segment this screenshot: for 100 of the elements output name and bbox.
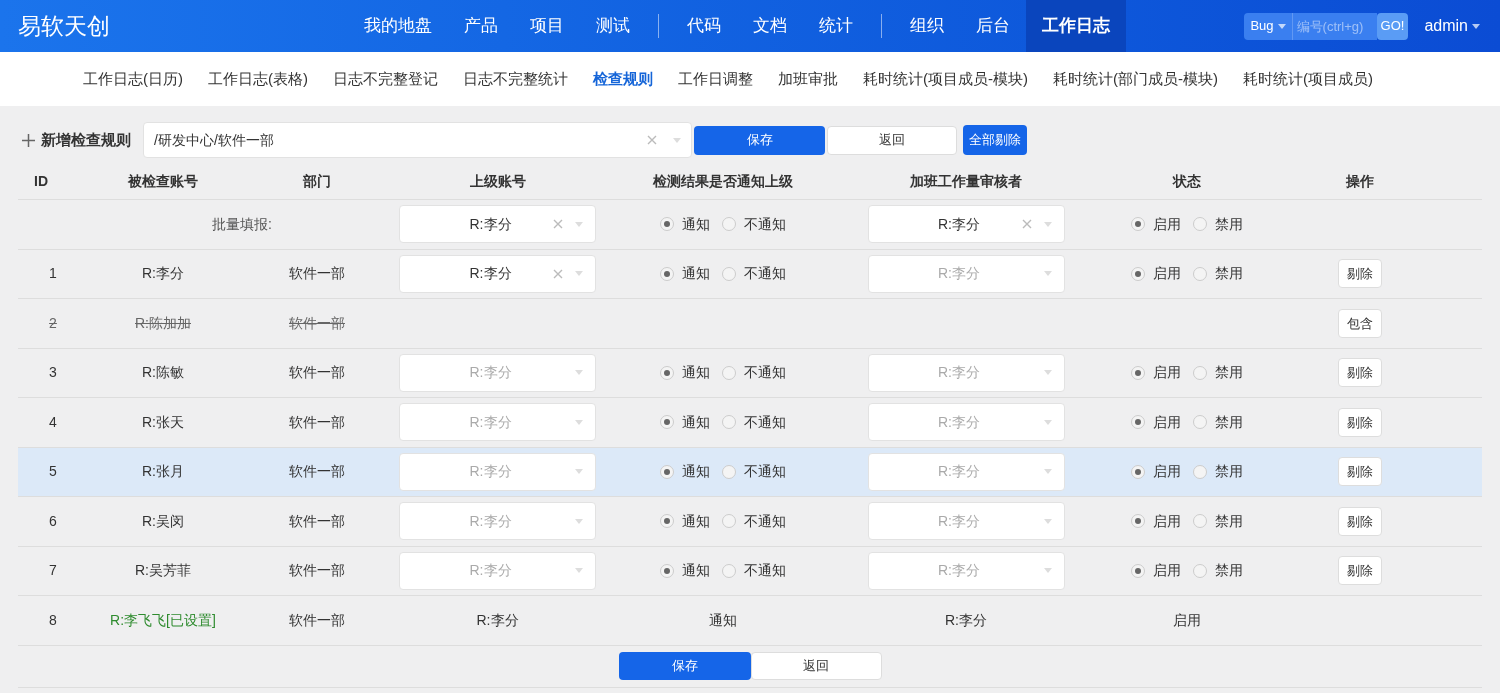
radio-button[interactable]	[722, 514, 736, 529]
radio-button[interactable]	[1192, 464, 1207, 479]
radio-button[interactable]	[660, 563, 674, 578]
row-action-button[interactable]: 剔除	[1338, 457, 1382, 487]
nav-item[interactable]: 我的地盘	[348, 0, 448, 52]
subnav-link[interactable]: 耗时统计(项目成员-模块)	[863, 67, 1028, 91]
radio-button[interactable]	[1192, 514, 1207, 529]
clear-icon[interactable]	[1021, 219, 1032, 230]
select-value: R:李分	[468, 264, 513, 284]
radio-label: 启用	[1152, 412, 1181, 432]
table-cell-text: 软件一部	[288, 462, 346, 482]
caret-icon	[1472, 23, 1480, 29]
nav-item[interactable]: 产品	[448, 0, 514, 52]
radio-button[interactable]	[1130, 464, 1145, 479]
radio-button[interactable]	[1130, 365, 1145, 380]
nav-item[interactable]: 后台	[960, 0, 1026, 52]
nav-item[interactable]: 工作日志	[1026, 0, 1126, 52]
add-rule-button[interactable]: 新增检查规则	[18, 128, 141, 152]
table-cell-text: R:李分	[944, 610, 988, 630]
radio-button[interactable]	[1130, 514, 1145, 529]
radio-button[interactable]	[1192, 266, 1207, 281]
column-header: 状态	[1171, 172, 1202, 191]
caret-icon	[1043, 271, 1052, 277]
radio-button[interactable]	[722, 415, 736, 430]
row-action-button[interactable]: 剔除	[1338, 259, 1382, 289]
radio-button[interactable]	[1130, 266, 1145, 281]
radio-button[interactable]	[722, 563, 736, 578]
back-button[interactable]: 返回	[750, 652, 882, 680]
table-cell-text: 软件一部	[288, 264, 346, 284]
radio-label: 启用	[1152, 561, 1181, 581]
subnav-link[interactable]: 加班审批	[778, 67, 838, 91]
subnav-link[interactable]: 工作日调整	[678, 67, 753, 91]
radio-button[interactable]	[722, 365, 736, 380]
radio-label: 禁用	[1214, 561, 1243, 581]
radio-button[interactable]	[660, 365, 674, 380]
row-action-button[interactable]: 剔除	[1338, 407, 1382, 437]
nav-item[interactable]: 文档	[737, 0, 803, 52]
caret-icon	[575, 271, 583, 277]
radio-button[interactable]	[1130, 217, 1145, 232]
radio-button[interactable]	[660, 514, 674, 529]
save-button[interactable]: 保存	[618, 652, 751, 680]
radio-label: 禁用	[1214, 214, 1243, 234]
nav-item[interactable]: 测试	[580, 0, 646, 52]
row-action-button[interactable]: 剔除	[1338, 358, 1382, 388]
radio-button[interactable]	[1192, 415, 1207, 430]
back-button[interactable]: 返回	[827, 125, 957, 155]
select-value: R:李分	[468, 511, 513, 531]
row-action-button[interactable]: 剔除	[1338, 506, 1382, 536]
subnav-link[interactable]: 日志不完整统计	[463, 67, 568, 91]
subnav-link[interactable]: 检查规则	[593, 67, 653, 91]
radio-button[interactable]	[660, 217, 674, 232]
select-value: R:李分	[468, 561, 513, 581]
select-value: R:李分	[468, 412, 513, 432]
radio-button[interactable]	[1192, 563, 1207, 578]
radio-button[interactable]	[1130, 415, 1145, 430]
clear-icon[interactable]	[647, 135, 657, 145]
nav-item[interactable]: 组织	[894, 0, 960, 52]
subnav-link[interactable]: 耗时统计(部门成员-模块)	[1053, 67, 1218, 91]
save-button[interactable]: 保存	[694, 125, 825, 155]
remove-all-button[interactable]: 全部剔除	[963, 125, 1027, 155]
column-header: 被检查账号	[127, 172, 199, 191]
row-action-button[interactable]: 包含	[1338, 308, 1382, 338]
radio-button[interactable]	[722, 464, 736, 479]
select-field[interactable]: R:李分	[867, 205, 1065, 244]
radio-button[interactable]	[1130, 563, 1145, 578]
caret-icon	[1043, 370, 1052, 376]
select-value: R:李分	[937, 511, 981, 531]
department-select[interactable]: /研发中心/软件一部	[143, 122, 692, 158]
radio-button[interactable]	[660, 415, 674, 430]
subnav-link[interactable]: 耗时统计(项目成员)	[1243, 67, 1373, 91]
logo[interactable]: 易软天创	[18, 8, 348, 44]
subnav-link[interactable]: 工作日志(日历)	[83, 67, 183, 91]
type-dropdown[interactable]: Bug	[1244, 12, 1293, 40]
radio-button[interactable]	[1192, 217, 1207, 232]
user-menu[interactable]: admin	[1424, 14, 1480, 38]
caret-icon	[575, 221, 583, 227]
clear-icon[interactable]	[553, 219, 563, 230]
radio-label: 启用	[1152, 214, 1181, 234]
clear-icon[interactable]	[553, 268, 563, 279]
radio-label: 通知	[682, 462, 710, 482]
select-field[interactable]: R:李分	[399, 205, 596, 244]
radio-button[interactable]	[722, 217, 736, 232]
radio-label: 禁用	[1214, 511, 1243, 531]
table-cell-text: 软件一部	[288, 412, 346, 432]
nav-item[interactable]: 代码	[671, 0, 737, 52]
nav-item[interactable]: 统计	[803, 0, 869, 52]
nav-item[interactable]: 项目	[514, 0, 580, 52]
radio-button[interactable]	[660, 464, 674, 479]
radio-button[interactable]	[722, 266, 736, 281]
search-field[interactable]: 编号(ctrl+g)	[1292, 12, 1377, 40]
select-field[interactable]: R:李分	[399, 254, 596, 293]
radio-label: 禁用	[1214, 462, 1243, 482]
radio-label: 禁用	[1214, 264, 1243, 284]
radio-button[interactable]	[660, 266, 674, 281]
table-cell-text: 启用	[1171, 610, 1202, 630]
row-action-button[interactable]: 剔除	[1338, 556, 1382, 586]
table-cell-text: R:陈敏	[141, 363, 185, 383]
radio-button[interactable]	[1192, 365, 1207, 380]
subnav-link[interactable]: 日志不完整登记	[333, 67, 438, 91]
subnav-link[interactable]: 工作日志(表格)	[208, 67, 308, 91]
